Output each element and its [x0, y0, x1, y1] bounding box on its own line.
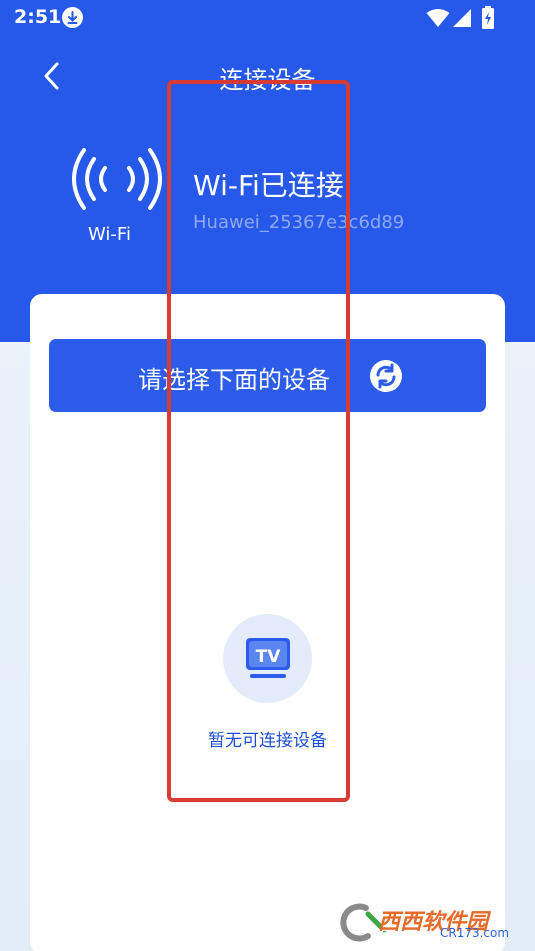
refresh-icon[interactable] — [368, 358, 404, 394]
battery-icon — [482, 6, 494, 29]
signal-icon — [453, 9, 471, 27]
wifi-signal-icon — [72, 148, 162, 210]
wifi-icon — [426, 9, 450, 27]
status-time: 2:51 — [14, 6, 62, 28]
highlight-annotation — [167, 80, 350, 802]
watermark-subtext: CR173.com — [440, 926, 510, 940]
status-bar: 2:51 — [0, 0, 535, 36]
download-icon — [62, 7, 83, 28]
wifi-emblem-label: Wi-Fi — [88, 224, 131, 245]
